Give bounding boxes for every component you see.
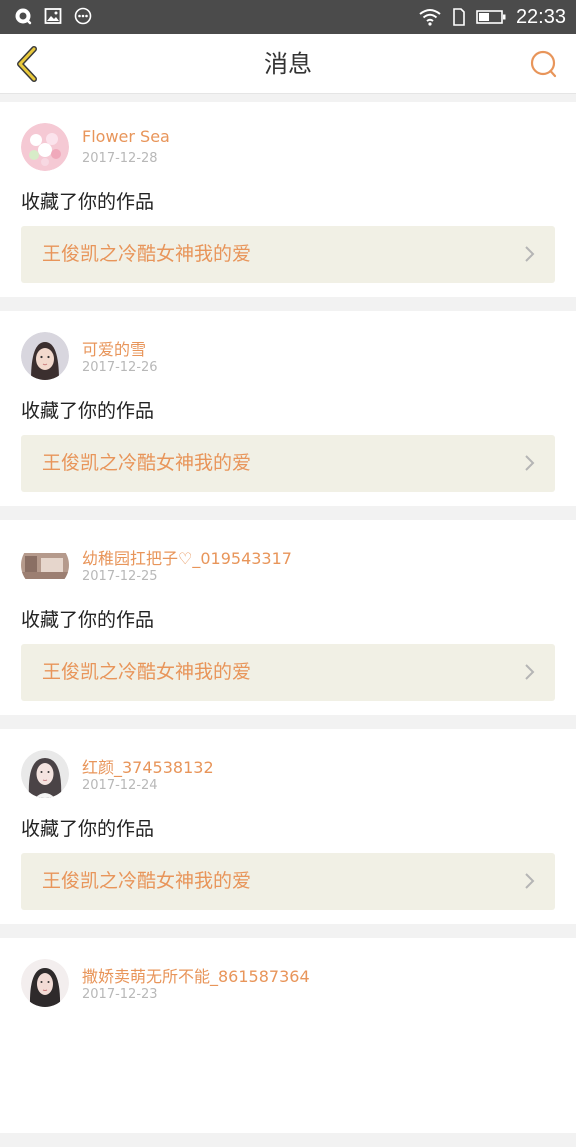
app-header: 消息 — [0, 34, 576, 94]
work-link[interactable]: 王俊凯之冷酷女神我的爱 — [21, 644, 555, 701]
user-avatar[interactable] — [21, 959, 69, 1007]
status-bar-left — [14, 7, 92, 25]
work-link[interactable]: 王俊凯之冷酷女神我的爱 — [21, 435, 555, 492]
message-action: 收藏了你的作品 — [21, 191, 155, 213]
chevron-right-icon — [525, 664, 535, 680]
more-dots-icon — [74, 7, 92, 25]
message-date: 2017-12-28 — [82, 151, 158, 166]
message-action: 收藏了你的作品 — [21, 818, 155, 840]
work-title: 王俊凯之冷酷女神我的爱 — [42, 452, 252, 474]
chevron-right-icon — [525, 246, 535, 262]
battery-icon — [476, 10, 506, 24]
username[interactable]: Flower Sea — [82, 127, 170, 146]
work-link[interactable]: 王俊凯之冷酷女神我的爱 — [21, 853, 555, 910]
user-avatar[interactable] — [21, 541, 69, 589]
message-card: Flower Sea 2017-12-28 收藏了你的作品 王俊凯之冷酷女神我的… — [0, 102, 576, 297]
image-icon — [44, 8, 62, 24]
message-action: 收藏了你的作品 — [21, 609, 155, 631]
username[interactable]: 红颜_374538132 — [82, 754, 214, 778]
message-date: 2017-12-24 — [82, 778, 158, 793]
work-title: 王俊凯之冷酷女神我的爱 — [42, 661, 252, 683]
chevron-right-icon — [525, 455, 535, 471]
status-bar-right: 22:33 — [418, 6, 566, 28]
qq-icon — [15, 8, 32, 25]
message-action: 收藏了你的作品 — [21, 400, 155, 422]
wifi-icon — [419, 9, 441, 26]
message-card: 红颜_374538132 2017-12-24 收藏了你的作品 王俊凯之冷酷女神… — [0, 729, 576, 924]
message-list: Flower Sea 2017-12-28 收藏了你的作品 王俊凯之冷酷女神我的… — [0, 102, 576, 1147]
message-date: 2017-12-23 — [82, 987, 158, 1002]
username[interactable]: 撒娇卖萌无所不能_861587364 — [82, 963, 310, 987]
message-card: 可爱的雪 2017-12-26 收藏了你的作品 王俊凯之冷酷女神我的爱 — [0, 311, 576, 506]
username[interactable]: 幼稚园扛把子♡_019543317 — [82, 545, 292, 569]
work-title: 王俊凯之冷酷女神我的爱 — [42, 243, 252, 265]
search-icon[interactable] — [528, 48, 560, 80]
user-avatar[interactable] — [21, 750, 69, 798]
user-avatar[interactable] — [21, 123, 69, 171]
page-title: 消息 — [264, 50, 312, 78]
status-time: 22:33 — [515, 6, 566, 28]
user-avatar[interactable] — [21, 332, 69, 380]
work-title: 王俊凯之冷酷女神我的爱 — [42, 870, 252, 892]
message-card: 撒娇卖萌无所不能_861587364 2017-12-23 — [0, 938, 576, 1133]
message-date: 2017-12-26 — [82, 360, 158, 375]
work-link[interactable]: 王俊凯之冷酷女神我的爱 — [21, 226, 555, 283]
chevron-right-icon — [525, 873, 535, 889]
message-date: 2017-12-25 — [82, 569, 158, 584]
message-card: 幼稚园扛把子♡_019543317 2017-12-25 收藏了你的作品 王俊凯… — [0, 520, 576, 715]
username[interactable]: 可爱的雪 — [82, 336, 146, 360]
status-bar: 22:33 — [0, 0, 576, 34]
sim-icon — [453, 8, 465, 26]
